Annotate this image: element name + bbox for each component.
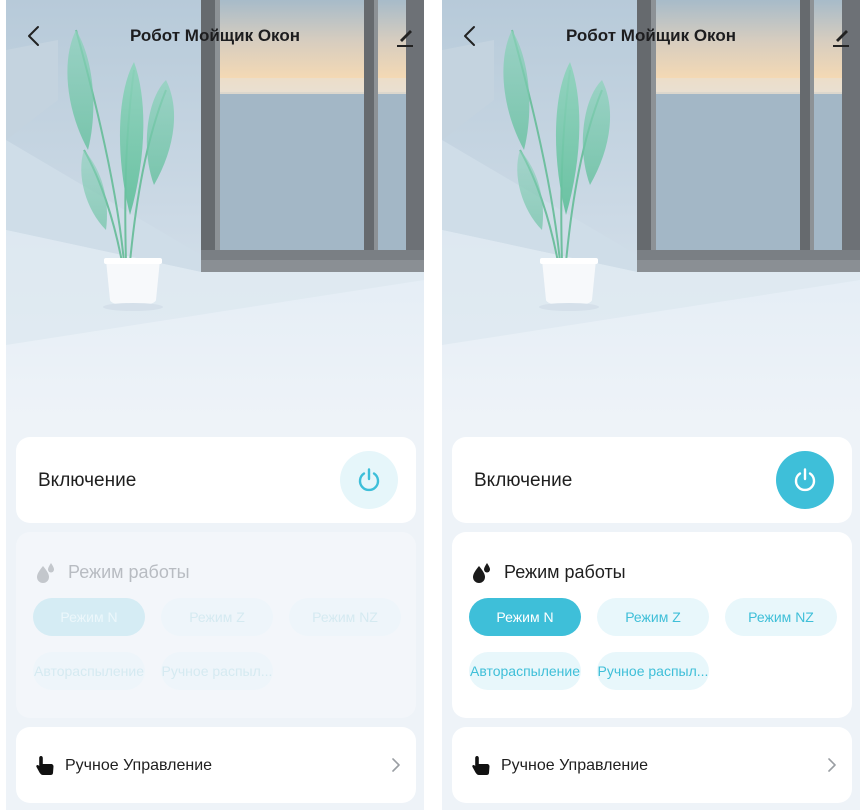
- room-illustration: [442, 0, 860, 420]
- mode-nz-chip[interactable]: Режим NZ: [289, 598, 401, 636]
- manual-control-row[interactable]: Ручное Управление: [16, 727, 416, 803]
- pencil-icon[interactable]: [392, 22, 418, 50]
- chevron-left-icon[interactable]: [458, 22, 482, 50]
- chevron-right-icon: [392, 758, 400, 772]
- power-card: Включение: [452, 437, 852, 523]
- mode-n-chip[interactable]: Режим N: [33, 598, 145, 636]
- power-label: Включение: [38, 470, 137, 491]
- chevron-left-icon[interactable]: [22, 22, 46, 50]
- screen-power-on: Робот Мойщик Окон Включение Режим работы…: [442, 0, 860, 810]
- manual-spray-chip[interactable]: Ручное распыл...: [161, 652, 273, 690]
- app-header: Робот Мойщик Окон: [6, 18, 424, 54]
- page-title: Робот Мойщик Окон: [130, 26, 300, 45]
- work-mode-title: Режим работы: [504, 561, 626, 582]
- water-drops-icon: [473, 563, 490, 583]
- power-icon: [358, 468, 380, 492]
- work-mode-header: Режим работы: [34, 560, 190, 584]
- mode-z-chip[interactable]: Режим Z: [597, 598, 709, 636]
- pencil-icon[interactable]: [828, 22, 854, 50]
- auto-spray-chip[interactable]: Автораспыление: [469, 652, 581, 690]
- chevron-right-icon: [828, 758, 836, 772]
- power-button[interactable]: [776, 451, 834, 509]
- power-card: Включение: [16, 437, 416, 523]
- app-header: Робот Мойщик Окон: [442, 18, 860, 54]
- manual-control-row[interactable]: Ручное Управление: [452, 727, 852, 803]
- mode-n-chip[interactable]: Режим N: [469, 598, 581, 636]
- work-mode-title: Режим работы: [68, 561, 190, 582]
- page-title: Робот Мойщик Окон: [566, 26, 736, 45]
- hand-pointer-icon: [36, 756, 54, 775]
- auto-spray-chip[interactable]: Автораспыление: [33, 652, 145, 690]
- hand-pointer-icon: [472, 756, 490, 775]
- manual-spray-chip[interactable]: Ручное распыл...: [597, 652, 709, 690]
- mode-z-chip[interactable]: Режим Z: [161, 598, 273, 636]
- screen-power-off: Робот Мойщик Окон Включение Режим работы…: [6, 0, 424, 810]
- manual-control-label: Ручное Управление: [501, 757, 649, 774]
- work-mode-header: Режим работы: [470, 560, 626, 584]
- power-icon: [794, 468, 816, 492]
- room-illustration: [6, 0, 424, 420]
- water-drops-icon: [37, 563, 54, 583]
- power-button[interactable]: [340, 451, 398, 509]
- work-mode-card: Режим работы Режим N Режим Z Режим NZ Ав…: [452, 532, 852, 718]
- power-label: Включение: [474, 470, 573, 491]
- manual-control-label: Ручное Управление: [65, 757, 213, 774]
- mode-nz-chip[interactable]: Режим NZ: [725, 598, 837, 636]
- work-mode-card: Режим работы Режим N Режим Z Режим NZ Ав…: [16, 532, 416, 718]
